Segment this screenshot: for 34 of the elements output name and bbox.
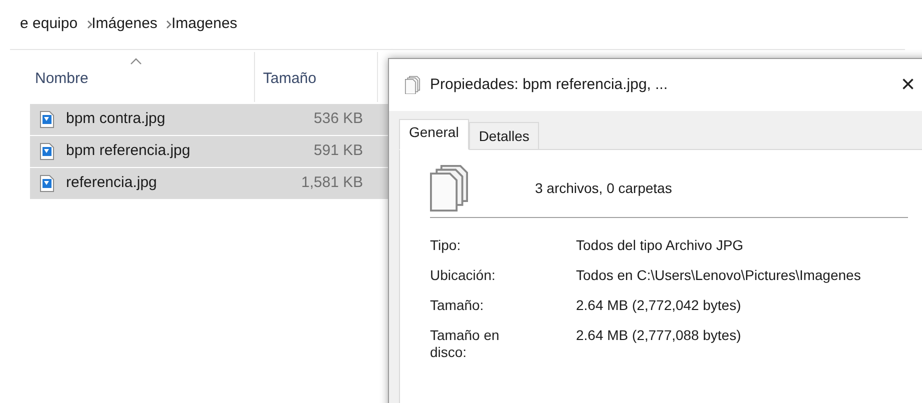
chevron-icon [86, 20, 93, 29]
close-button[interactable]: × [900, 73, 915, 97]
image-file-icon [40, 111, 54, 128]
documents-icon [405, 76, 420, 94]
chevron-icon [166, 20, 172, 29]
dialog-title: Propiedades: bpm referencia.jpg, ... [430, 74, 668, 95]
column-header[interactable]: Tamaño [255, 52, 378, 102]
file-size: 536 KB [312, 109, 363, 130]
tab[interactable]: Detalles [468, 122, 540, 149]
property-label: Tamaño en disco: [430, 327, 500, 361]
selection-summary: 3 archivos, 0 carpetas [535, 179, 672, 198]
breadcrumb-item[interactable]: e equipo [20, 13, 78, 36]
property-value: Todos en C:\Users\Lenovo\Pictures\Imagenes [576, 267, 862, 284]
file-name: referencia.jpg [66, 173, 157, 194]
file-size: 591 KB [312, 141, 363, 162]
image-file-icon [40, 143, 54, 160]
property-value: 2.64 MB (2,772,042 bytes) [576, 297, 742, 314]
breadcrumb-item[interactable]: Imagenes [171, 13, 238, 36]
file-name: bpm contra.jpg [66, 109, 166, 130]
file-row[interactable]: referencia.jpg 1,581 KB [30, 168, 390, 200]
file-row[interactable]: bpm contra.jpg 536 KB [30, 104, 390, 136]
property-label: Ubicación: [430, 267, 496, 284]
file-row[interactable]: bpm referencia.jpg 591 KB [30, 136, 390, 168]
tab[interactable]: General [399, 119, 469, 150]
breadcrumb-item[interactable]: Imágenes [92, 13, 158, 36]
file-name: bpm referencia.jpg [66, 141, 190, 162]
column-header[interactable]: Nombre [30, 52, 255, 102]
property-value: 2.64 MB (2,777,088 bytes) [576, 327, 742, 345]
property-value: Todos del tipo Archivo JPG [576, 237, 744, 254]
file-size: 1,581 KB [300, 173, 363, 194]
property-label: Tipo: [430, 237, 462, 254]
property-label: Tamaño: [430, 297, 485, 314]
documents-icon [430, 164, 468, 212]
image-file-icon [40, 175, 54, 192]
